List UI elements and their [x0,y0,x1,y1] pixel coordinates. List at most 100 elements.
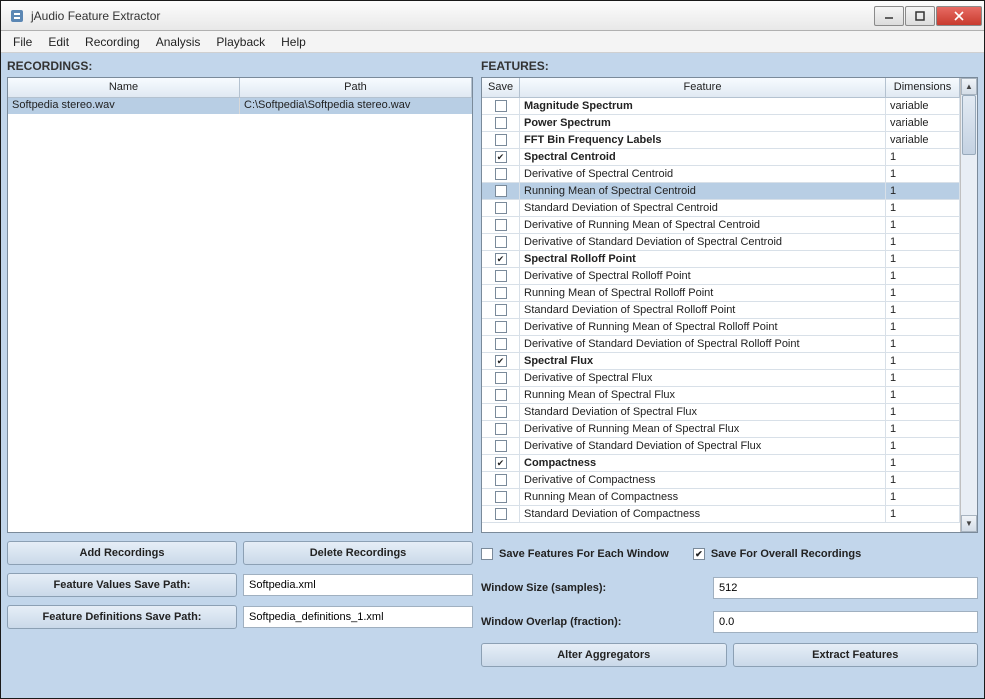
table-row[interactable]: Spectral Flux1 [482,353,960,370]
feature-save-checkbox[interactable] [495,202,507,214]
menu-analysis[interactable]: Analysis [148,32,209,52]
table-row[interactable]: Magnitude Spectrumvariable [482,98,960,115]
rec-header-path[interactable]: Path [240,78,472,97]
table-row[interactable]: Compactness1 [482,455,960,472]
table-row[interactable]: Power Spectrumvariable [482,115,960,132]
feature-save-checkbox[interactable] [495,185,507,197]
feature-save-checkbox[interactable] [495,253,507,265]
close-button[interactable] [936,6,982,26]
table-row[interactable]: Derivative of Running Mean of Spectral F… [482,421,960,438]
maximize-button[interactable] [905,6,935,26]
table-row[interactable]: Derivative of Spectral Rolloff Point1 [482,268,960,285]
delete-recordings-button[interactable]: Delete Recordings [243,541,473,565]
table-row[interactable]: Running Mean of Spectral Centroid1 [482,183,960,200]
recordings-table[interactable]: Name Path Softpedia stereo.wavC:\Softped… [7,77,473,533]
features-scrollbar[interactable]: ▲ ▼ [960,78,977,532]
table-row[interactable]: Derivative of Running Mean of Spectral C… [482,217,960,234]
feature-save-cell[interactable] [482,98,520,114]
alter-aggregators-button[interactable]: Alter Aggregators [481,643,727,667]
menu-file[interactable]: File [5,32,40,52]
feature-save-cell[interactable] [482,251,520,267]
save-each-window-option[interactable]: Save Features For Each Window [481,548,669,560]
features-body[interactable]: Magnitude SpectrumvariablePower Spectrum… [482,98,960,532]
feature-save-cell[interactable] [482,438,520,454]
feature-save-cell[interactable] [482,489,520,505]
table-row[interactable]: Running Mean of Spectral Rolloff Point1 [482,285,960,302]
minimize-button[interactable] [874,6,904,26]
menu-edit[interactable]: Edit [40,32,77,52]
feature-save-checkbox[interactable] [495,457,507,469]
feature-save-cell[interactable] [482,149,520,165]
save-overall-checkbox[interactable] [693,548,705,560]
table-row[interactable]: Spectral Centroid1 [482,149,960,166]
feature-save-cell[interactable] [482,132,520,148]
table-row[interactable]: FFT Bin Frequency Labelsvariable [482,132,960,149]
table-row[interactable]: Derivative of Standard Deviation of Spec… [482,234,960,251]
add-recordings-button[interactable]: Add Recordings [7,541,237,565]
rec-header-name[interactable]: Name [8,78,240,97]
feature-save-cell[interactable] [482,455,520,471]
feature-defs-path-input[interactable] [243,606,473,628]
feature-save-checkbox[interactable] [495,321,507,333]
table-row[interactable]: Derivative of Spectral Flux1 [482,370,960,387]
table-row[interactable]: Running Mean of Spectral Flux1 [482,387,960,404]
feat-header-save[interactable]: Save [482,78,520,97]
feature-save-checkbox[interactable] [495,117,507,129]
feature-save-checkbox[interactable] [495,100,507,112]
feature-save-cell[interactable] [482,472,520,488]
feature-save-cell[interactable] [482,200,520,216]
scroll-up-icon[interactable]: ▲ [961,78,977,95]
feature-save-checkbox[interactable] [495,134,507,146]
feature-save-checkbox[interactable] [495,355,507,367]
feature-save-cell[interactable] [482,353,520,369]
save-each-window-checkbox[interactable] [481,548,493,560]
titlebar[interactable]: jAudio Feature Extractor [1,1,984,31]
feature-save-checkbox[interactable] [495,219,507,231]
feature-save-cell[interactable] [482,217,520,233]
table-row[interactable]: Softpedia stereo.wavC:\Softpedia\Softped… [8,98,472,114]
feature-save-checkbox[interactable] [495,338,507,350]
feature-save-cell[interactable] [482,183,520,199]
feature-save-checkbox[interactable] [495,389,507,401]
table-row[interactable]: Derivative of Compactness1 [482,472,960,489]
feature-values-path-label[interactable]: Feature Values Save Path: [7,573,237,597]
menu-playback[interactable]: Playback [208,32,273,52]
feature-save-cell[interactable] [482,387,520,403]
table-row[interactable]: Derivative of Standard Deviation of Spec… [482,438,960,455]
feature-save-checkbox[interactable] [495,270,507,282]
feature-save-checkbox[interactable] [495,168,507,180]
feature-save-cell[interactable] [482,302,520,318]
feature-save-checkbox[interactable] [495,287,507,299]
feature-save-cell[interactable] [482,268,520,284]
feature-save-cell[interactable] [482,336,520,352]
table-row[interactable]: Derivative of Spectral Centroid1 [482,166,960,183]
feature-save-checkbox[interactable] [495,372,507,384]
window-overlap-input[interactable] [713,611,978,633]
feature-save-cell[interactable] [482,115,520,131]
feature-save-checkbox[interactable] [495,423,507,435]
feature-save-cell[interactable] [482,404,520,420]
feature-save-checkbox[interactable] [495,406,507,418]
feature-save-checkbox[interactable] [495,151,507,163]
table-row[interactable]: Running Mean of Compactness1 [482,489,960,506]
features-table[interactable]: Save Feature Dimensions Magnitude Spectr… [481,77,978,533]
scroll-thumb[interactable] [962,95,976,155]
table-row[interactable]: Derivative of Standard Deviation of Spec… [482,336,960,353]
feature-save-cell[interactable] [482,370,520,386]
feature-save-cell[interactable] [482,421,520,437]
window-size-input[interactable] [713,577,978,599]
table-row[interactable]: Spectral Rolloff Point1 [482,251,960,268]
feature-save-cell[interactable] [482,234,520,250]
scroll-down-icon[interactable]: ▼ [961,515,977,532]
recordings-body[interactable]: Softpedia stereo.wavC:\Softpedia\Softped… [8,98,472,532]
feature-save-checkbox[interactable] [495,508,507,520]
feature-save-checkbox[interactable] [495,440,507,452]
feature-save-cell[interactable] [482,506,520,522]
feature-defs-path-label[interactable]: Feature Definitions Save Path: [7,605,237,629]
feature-save-checkbox[interactable] [495,304,507,316]
menu-recording[interactable]: Recording [77,32,148,52]
feat-header-feature[interactable]: Feature [520,78,886,97]
feat-header-dim[interactable]: Dimensions [886,78,960,97]
table-row[interactable]: Standard Deviation of Compactness1 [482,506,960,523]
feature-save-checkbox[interactable] [495,474,507,486]
